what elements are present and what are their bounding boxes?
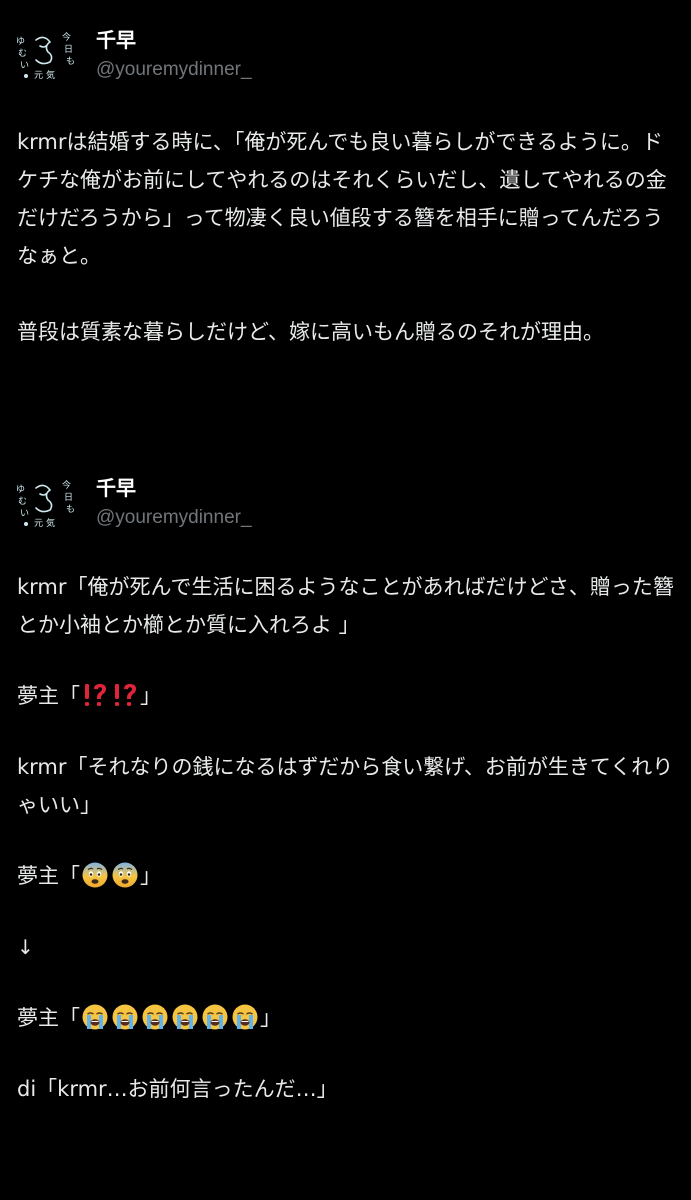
loudly-crying-face-icon — [81, 1003, 109, 1031]
svg-text:む: む — [18, 48, 27, 59]
svg-text:元: 元 — [34, 519, 43, 529]
avatar[interactable]: ゆ む い 今 日 も 元 気 — [14, 28, 78, 84]
author-name[interactable]: 千早 — [96, 476, 136, 500]
interrobang-icon — [111, 681, 139, 709]
svg-text:い: い — [20, 61, 29, 71]
speaker-prefix: 夢主「 — [17, 1006, 80, 1030]
svg-text:気: 気 — [46, 517, 55, 529]
avatar[interactable]: ゆ む い 今 日 も 元 気 — [14, 476, 78, 532]
dialogue-line: krmr「俺が死んで生活に困るようなことがあればだけどさ、贈った簪とか小袖とか櫛… — [17, 575, 674, 637]
fearful-face-icon — [81, 861, 109, 889]
svg-text:日: 日 — [64, 492, 73, 503]
svg-text:む: む — [18, 496, 27, 507]
dialogue-line: krmr「それなりの銭になるはずだから食い繋げ、お前が生きてくれりゃいい」 — [17, 755, 674, 817]
svg-text:今: 今 — [62, 479, 71, 491]
loudly-crying-face-icon — [231, 1003, 259, 1031]
tweet-paragraph: 普段は質素な暮らしだけど、嫁に高いもん贈るのそれが理由。 — [17, 320, 604, 344]
speaker-prefix: 夢主「 — [17, 864, 80, 888]
svg-text:元: 元 — [34, 71, 43, 81]
svg-text:日: 日 — [64, 44, 73, 55]
dialogue-line: 夢主「 」 — [17, 677, 677, 715]
tweet-header: ゆ む い 今 日 も 元 気 千早 @youremydinner_ — [14, 28, 614, 88]
author-handle[interactable]: @youremydinner_ — [96, 58, 252, 82]
dialogue-line: di「krmr…お前何言ったんだ…」 — [17, 1077, 338, 1101]
tweet-text: krmrは結婚する時に、「俺が死んでも良い暮らしができるように。ドケチな俺がお前… — [17, 123, 677, 351]
svg-text:ゆ: ゆ — [16, 36, 25, 47]
speaker-suffix: 」 — [140, 684, 161, 708]
svg-text:も: も — [66, 56, 75, 67]
speaker-suffix: 」 — [140, 864, 161, 888]
svg-text:ゆ: ゆ — [16, 484, 25, 495]
tweet-header: ゆ む い 今 日 も 元 気 千早 @youremydinner_ — [14, 476, 614, 536]
author-handle[interactable]: @youremydinner_ — [96, 506, 252, 530]
svg-text:気: 気 — [46, 69, 55, 81]
loudly-crying-face-icon — [141, 1003, 169, 1031]
loudly-crying-face-icon — [171, 1003, 199, 1031]
loudly-crying-face-icon — [201, 1003, 229, 1031]
fearful-face-icon — [111, 861, 139, 889]
svg-text:今: 今 — [62, 31, 71, 43]
loudly-crying-face-icon — [111, 1003, 139, 1031]
tweet-text: krmr「俺が死んで生活に困るようなことがあればだけどさ、贈った簪とか小袖とか櫛… — [17, 568, 677, 1108]
author-name[interactable]: 千早 — [96, 28, 136, 52]
speaker-prefix: 夢主「 — [17, 684, 80, 708]
tweet-paragraph: krmrは結婚する時に、「俺が死んでも良い暮らしができるように。ドケチな俺がお前… — [17, 130, 667, 268]
svg-text:も: も — [66, 504, 75, 515]
dialogue-line: 夢主「 」 — [17, 857, 677, 895]
speaker-suffix: 」 — [260, 1006, 281, 1030]
dialogue-line: 夢主「 」 — [17, 999, 677, 1037]
interrobang-icon — [81, 681, 109, 709]
svg-text:い: い — [20, 509, 29, 519]
down-arrow-line: ↓ — [17, 935, 34, 959]
